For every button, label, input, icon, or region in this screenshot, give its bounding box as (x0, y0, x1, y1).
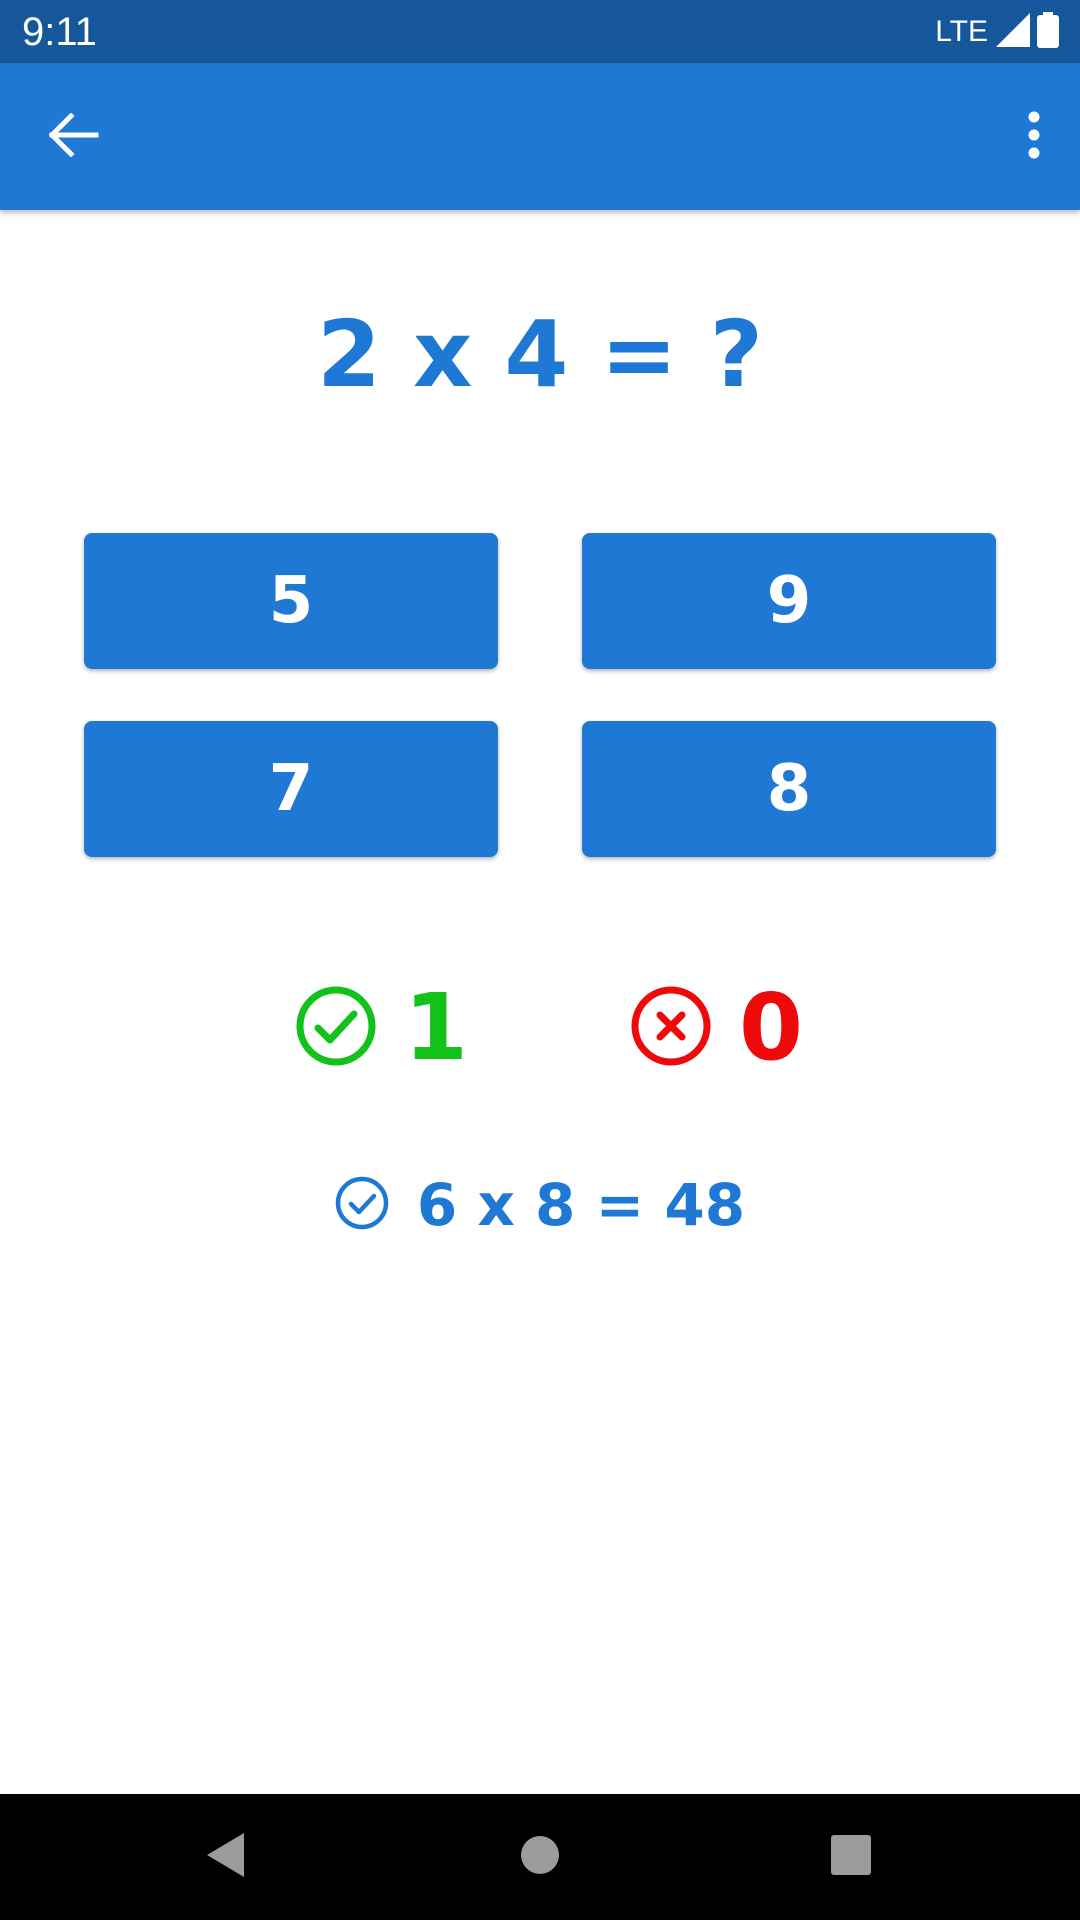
correct-count: 1 (404, 974, 469, 1081)
nav-back-icon (204, 1831, 248, 1884)
network-type: LTE (935, 15, 988, 48)
nav-recents-button[interactable] (811, 1819, 891, 1895)
status-icons: LTE (935, 11, 1060, 53)
question-text: 2 x 4 = ? (317, 301, 763, 408)
wrong-count: 0 (739, 974, 804, 1081)
status-time: 9:11 (22, 10, 97, 54)
last-answer-text: 6 x 8 = 48 (416, 1171, 746, 1239)
x-circle-icon (631, 986, 711, 1071)
status-bar: 9:11 LTE (0, 0, 1080, 63)
answer-button-1[interactable]: 5 (84, 533, 498, 669)
check-circle-outline-icon (335, 1176, 389, 1235)
navigation-bar (0, 1794, 1080, 1920)
back-button[interactable] (34, 101, 114, 173)
nav-home-button[interactable] (500, 1819, 580, 1895)
nav-back-button[interactable] (186, 1819, 266, 1895)
wrong-score: 0 (631, 968, 803, 1088)
more-vert-icon (1027, 111, 1041, 164)
answer-button-4[interactable]: 8 (582, 721, 996, 857)
battery-icon (1036, 11, 1060, 53)
nav-recents-icon (830, 1834, 872, 1881)
correct-score: 1 (296, 968, 468, 1088)
nav-home-icon (519, 1834, 561, 1881)
check-circle-icon (296, 986, 376, 1071)
app-bar (0, 63, 1080, 210)
signal-icon (996, 12, 1030, 52)
answer-button-3[interactable]: 7 (84, 721, 498, 857)
more-options-button[interactable] (994, 93, 1074, 181)
answer-button-2[interactable]: 9 (582, 533, 996, 669)
back-arrow-icon (48, 111, 99, 162)
last-answer: 6 x 8 = 48 (0, 1170, 1080, 1240)
